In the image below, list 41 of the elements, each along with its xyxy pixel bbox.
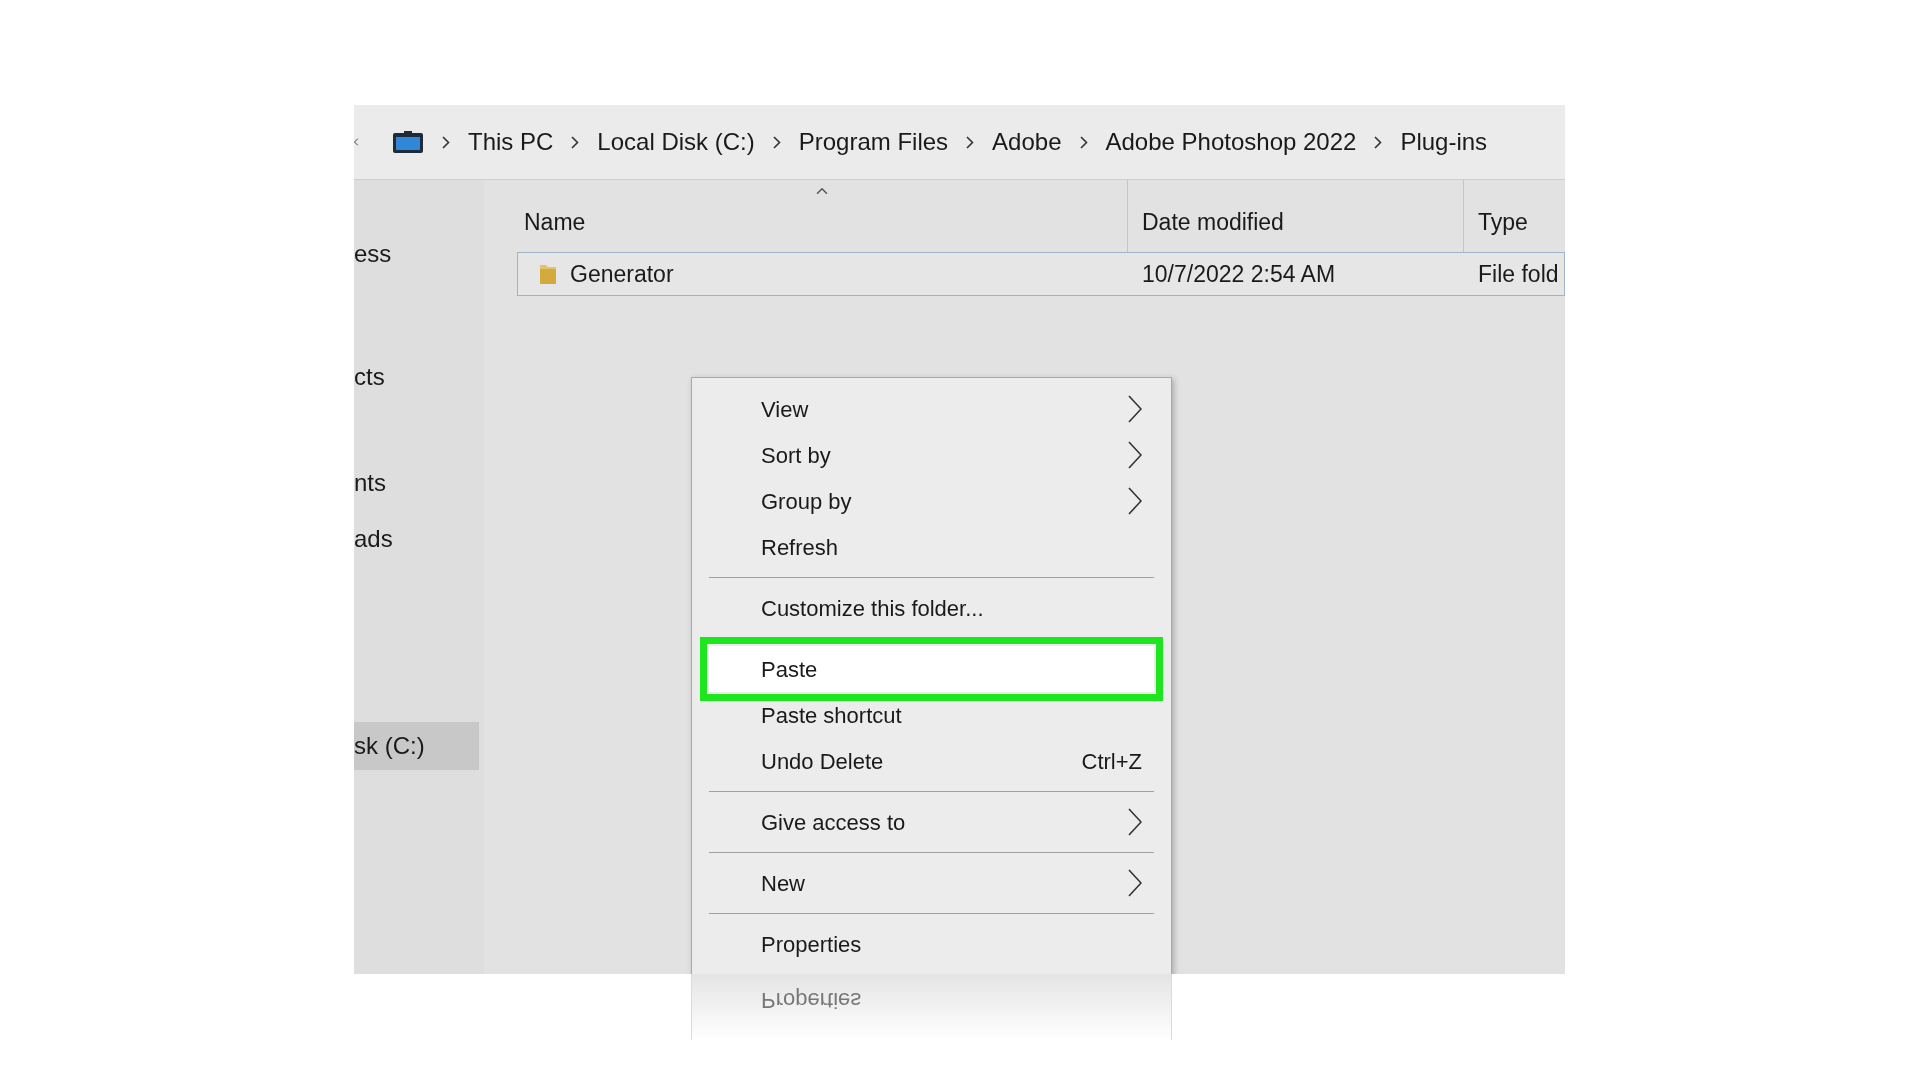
menu-item[interactable]: Give access to — [709, 799, 1154, 845]
navigation-item[interactable]: sk (C:) — [354, 722, 479, 770]
menu-item[interactable]: Sort by — [709, 432, 1154, 478]
menu-item[interactable]: View — [709, 386, 1154, 432]
breadcrumb[interactable]: Plug-ins — [1400, 124, 1488, 160]
chevron-icon — [571, 135, 580, 149]
computer-icon — [392, 130, 424, 154]
submenu-chevron-icon — [1128, 487, 1142, 515]
menu-item[interactable]: Properties — [709, 921, 1154, 967]
menu-item[interactable]: Customize this folder... — [709, 585, 1154, 631]
menu-item[interactable]: Group by — [709, 478, 1154, 524]
chevron-icon — [772, 135, 781, 149]
file-row[interactable]: Generator 10/7/2022 2:54 AM File fold — [517, 252, 1565, 296]
column-header[interactable]: Name — [517, 180, 1127, 252]
menu-item[interactable]: New — [709, 860, 1154, 906]
submenu-chevron-icon — [1128, 869, 1142, 897]
table-cell-text: 10/7/2022 2:54 AM — [1142, 259, 1336, 289]
submenu-chevron-icon — [1128, 808, 1142, 836]
navigation-item[interactable]: cts — [354, 353, 479, 401]
table-cell-text: File fold — [1478, 259, 1559, 289]
menu-item[interactable]: Paste shortcut — [709, 692, 1154, 738]
chevron-icon — [1374, 135, 1383, 149]
folder-icon — [538, 262, 558, 286]
breadcrumb[interactable]: Program Files — [798, 124, 949, 160]
navigation-item[interactable]: ess — [354, 230, 479, 278]
navigation-item[interactable]: nts — [354, 459, 479, 507]
chevron-icon — [442, 135, 450, 149]
shortcut-label: Ctrl+Z — [1081, 747, 1142, 776]
breadcrumb[interactable]: Local Disk (C:) — [597, 124, 755, 160]
chevron-icon — [1079, 135, 1088, 149]
submenu-chevron-icon — [1128, 395, 1142, 423]
menu-item[interactable]: Refresh — [709, 524, 1154, 570]
navigation-item[interactable]: ads — [354, 515, 479, 563]
chevron-icon — [966, 135, 975, 149]
breadcrumb[interactable]: This PC — [468, 124, 554, 160]
breadcrumb[interactable]: Adobe — [992, 124, 1062, 160]
reflection-text: Properties — [761, 987, 862, 1015]
menu-item[interactable]: Undo Delete Ctrl+Z — [709, 738, 1154, 784]
submenu-chevron-icon — [1128, 441, 1142, 469]
breadcrumb[interactable]: Adobe Photoshop 2022 — [1105, 124, 1357, 160]
table-cell-text: Generator — [570, 259, 674, 289]
